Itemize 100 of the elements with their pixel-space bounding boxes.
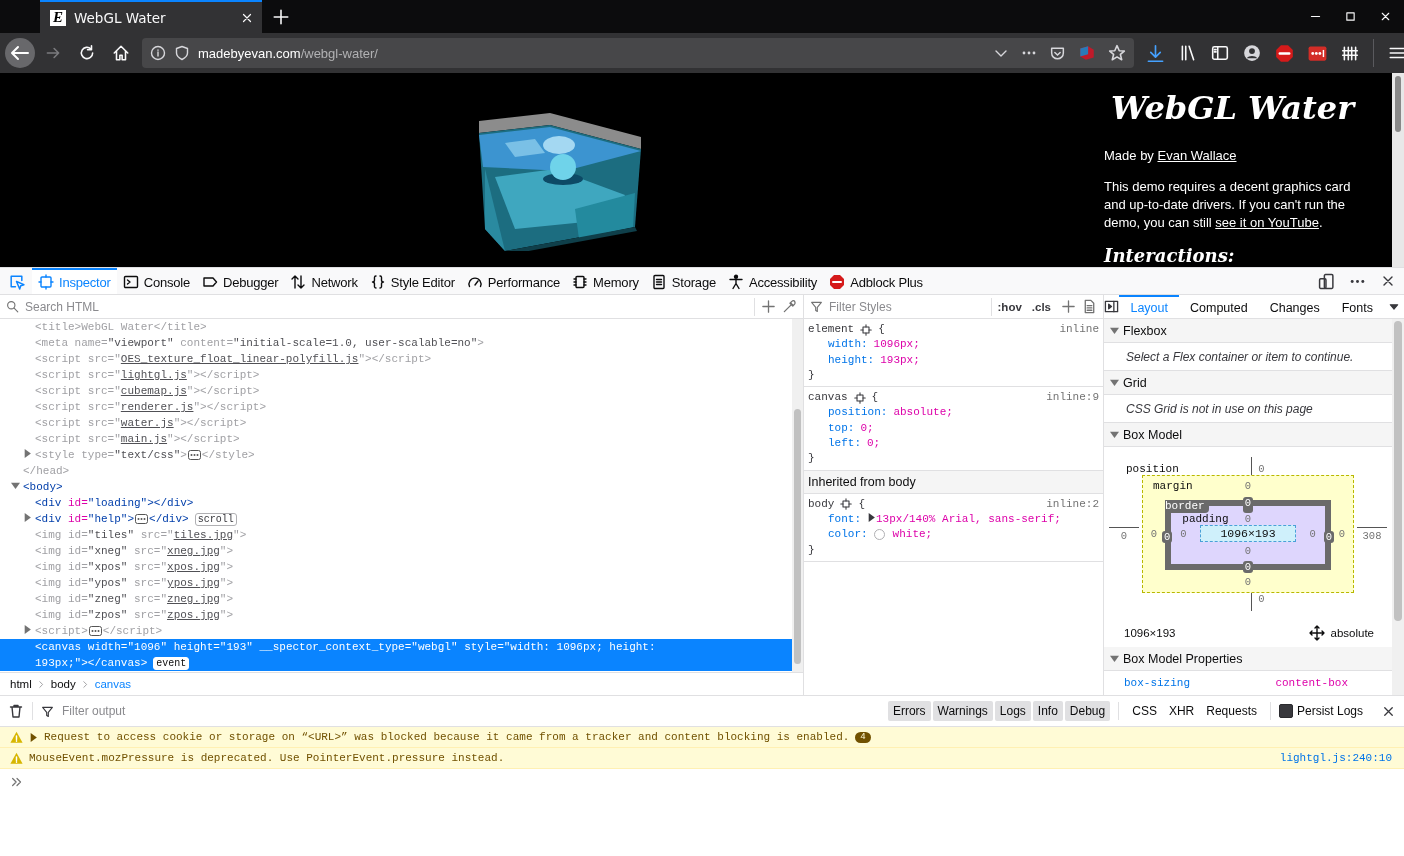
property-value[interactable]: white; bbox=[892, 527, 933, 543]
link[interactable]: lightgl.js bbox=[120, 369, 187, 381]
property-value[interactable]: absolute; bbox=[893, 405, 953, 421]
chip-icon[interactable] bbox=[572, 274, 589, 290]
prompt-chevrons-icon[interactable] bbox=[10, 775, 24, 789]
collapsed-content-icon[interactable] bbox=[187, 450, 201, 460]
account-icon[interactable] bbox=[1243, 44, 1261, 62]
property-value[interactable]: 0; bbox=[860, 420, 874, 437]
link[interactable]: ypos.jpg bbox=[167, 577, 220, 589]
margin-value[interactable]: 0 bbox=[1244, 480, 1252, 492]
property-value[interactable]: 193px; bbox=[880, 352, 920, 368]
new-tab-plus-icon[interactable] bbox=[272, 7, 290, 26]
position-value[interactable]: 0 bbox=[1120, 529, 1128, 542]
sidebar-toggle-icon[interactable] bbox=[1104, 299, 1120, 314]
checkbox-label[interactable]: Persist Logs bbox=[1296, 704, 1363, 718]
markup-line[interactable]: <div id="loading"></div> bbox=[0, 495, 792, 511]
devtools-tab[interactable]: Memory bbox=[566, 268, 645, 294]
trash-icon[interactable] bbox=[8, 703, 24, 719]
filter-button[interactable]: Errors bbox=[887, 701, 931, 721]
rule-source[interactable]: inline:9 bbox=[1046, 390, 1099, 406]
property-value[interactable]: 0; bbox=[867, 436, 881, 452]
link[interactable]: renderer.js bbox=[120, 401, 194, 413]
dots-square-icon[interactable] bbox=[1308, 43, 1327, 63]
shield-icon[interactable] bbox=[174, 45, 190, 61]
property-name[interactable]: position: bbox=[828, 405, 888, 421]
markup-line[interactable]: <script src="main.js"></script> bbox=[0, 431, 792, 447]
property-name[interactable]: font: bbox=[828, 511, 861, 528]
markup-line[interactable]: <style type="text/css"> </style> bbox=[0, 447, 792, 463]
border-value[interactable]: 0 bbox=[1323, 531, 1334, 543]
node-highlight-icon[interactable] bbox=[853, 391, 866, 404]
target-square-icon[interactable] bbox=[38, 274, 54, 290]
person-icon[interactable] bbox=[727, 274, 744, 290]
link[interactable]: tiles.jpg bbox=[173, 529, 234, 541]
sidebar-tab[interactable]: Computed bbox=[1179, 295, 1259, 318]
devtools-tab[interactable]: Performance bbox=[460, 268, 567, 294]
link[interactable]: OES_texture_float_linear-polyfill.js bbox=[120, 353, 359, 365]
node-badge[interactable]: event bbox=[153, 657, 190, 670]
document-lines-icon[interactable] bbox=[650, 274, 667, 290]
breadcrumb[interactable]: canvas bbox=[94, 678, 132, 690]
markup-line[interactable]: <img id="xpos" src="xpos.jpg"> bbox=[0, 559, 792, 575]
scrollbar[interactable] bbox=[1392, 319, 1404, 695]
markup-line[interactable]: <img id="zpos" src="zpos.jpg"> bbox=[0, 607, 792, 623]
margin-value[interactable]: 0 bbox=[1244, 576, 1252, 588]
warning-message[interactable]: MouseEvent.mozPressure is deprecated. Use PointerEvent.pressure instead. lightgl.js:240:10 bbox=[0, 748, 1404, 769]
node-highlight-icon[interactable] bbox=[860, 323, 873, 336]
hover-toggle[interactable]: :hov bbox=[997, 300, 1022, 313]
sidebar-icon[interactable] bbox=[1211, 44, 1229, 62]
pocket-icon[interactable] bbox=[1049, 44, 1066, 62]
gauge-icon[interactable] bbox=[466, 274, 483, 290]
link[interactable]: main.js bbox=[120, 433, 168, 445]
download-icon[interactable] bbox=[1146, 43, 1165, 63]
filter-output-field[interactable]: Filter output bbox=[62, 704, 880, 718]
devtools-tab[interactable]: Accessibility bbox=[721, 268, 824, 294]
position-value[interactable]: 0 bbox=[1258, 593, 1265, 605]
filter-button[interactable]: XHR bbox=[1163, 701, 1200, 721]
link[interactable]: cubemap.js bbox=[120, 385, 187, 397]
devtools-tab[interactable]: Debugger bbox=[196, 268, 285, 294]
devtools-tab[interactable]: Console bbox=[116, 268, 196, 294]
filter-button[interactable]: Requests bbox=[1201, 701, 1262, 721]
terminal-icon[interactable] bbox=[122, 274, 139, 290]
rule-source[interactable]: inline bbox=[1059, 322, 1099, 338]
filter-button[interactable]: Warnings bbox=[932, 701, 993, 721]
add-node-plus-icon[interactable] bbox=[761, 299, 776, 314]
browser-tab[interactable]: E WebGL Water bbox=[40, 0, 262, 33]
link[interactable]: zneg.jpg bbox=[167, 593, 220, 605]
warning-message[interactable]: Request to access cookie or storage on “<URL>” was blocked because it came from a tracker and content blocking is enabled. 4 bbox=[0, 727, 1404, 748]
expand-arrow-icon[interactable] bbox=[29, 732, 38, 742]
add-rule-plus-icon[interactable] bbox=[1061, 299, 1076, 314]
up-down-arrows-icon[interactable] bbox=[290, 274, 307, 290]
breadcrumb[interactable]: body bbox=[50, 678, 76, 690]
responsive-design-icon[interactable] bbox=[1318, 272, 1335, 290]
node-badge[interactable]: scroll bbox=[194, 513, 237, 526]
property-value[interactable]: 1096px; bbox=[873, 337, 920, 353]
braces-icon[interactable] bbox=[369, 274, 386, 290]
node-highlight-icon[interactable] bbox=[840, 498, 853, 511]
markup-line[interactable]: <script src="OES_texture_float_linear-polyfill.js"></script> bbox=[0, 351, 792, 367]
devtools-tab[interactable]: Adblock Plus bbox=[823, 268, 929, 294]
reload-icon[interactable] bbox=[78, 44, 96, 62]
pick-element-icon[interactable] bbox=[7, 272, 25, 290]
sidebar-tab[interactable]: Changes bbox=[1258, 295, 1331, 318]
padding-value[interactable]: 0 bbox=[1244, 513, 1252, 525]
link[interactable]: xpos.jpg bbox=[167, 561, 220, 573]
library-icon[interactable] bbox=[1179, 44, 1197, 62]
back-icon[interactable] bbox=[4, 37, 36, 69]
class-toggle[interactable]: .cls bbox=[1027, 300, 1055, 313]
scrollbar[interactable] bbox=[792, 319, 803, 672]
section-header[interactable]: Flexbox bbox=[1104, 319, 1392, 343]
markup-line[interactable]: <script src="cubemap.js"></script> bbox=[0, 383, 792, 399]
border-value[interactable]: 0 bbox=[1242, 561, 1254, 573]
info-icon[interactable] bbox=[150, 45, 166, 61]
breadcrumb[interactable]: html bbox=[10, 678, 32, 690]
home-icon[interactable] bbox=[112, 44, 130, 62]
markup-line[interactable]: <img id="zneg" src="zneg.jpg"> bbox=[0, 591, 792, 607]
link[interactable]: xneg.jpg bbox=[167, 545, 220, 557]
collapsed-content-icon[interactable] bbox=[135, 514, 149, 524]
property-name[interactable]: color: bbox=[828, 527, 868, 543]
devtools-tab[interactable]: Inspector bbox=[32, 268, 117, 294]
padding-value[interactable]: 0 bbox=[1244, 542, 1252, 557]
property-name[interactable]: height: bbox=[828, 352, 875, 368]
maximize-icon[interactable] bbox=[1344, 10, 1357, 23]
